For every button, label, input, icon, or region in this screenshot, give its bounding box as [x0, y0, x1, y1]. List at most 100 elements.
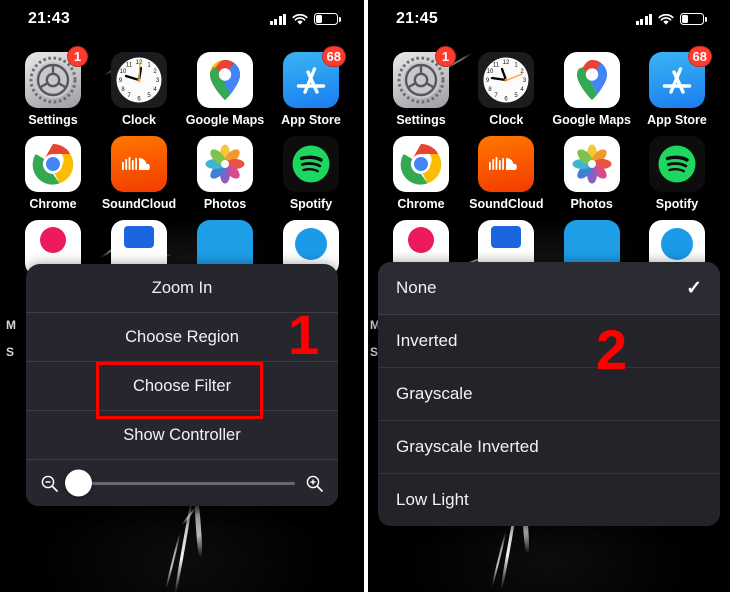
app-label: App Store: [281, 113, 341, 127]
zoom-level-slider-row[interactable]: [26, 460, 338, 506]
google-maps-pin-icon: [197, 52, 253, 108]
app-settings[interactable]: 1 Settings: [382, 46, 460, 127]
chrome-icon: [25, 136, 81, 192]
choose-filter-menu: None ✓ Inverted Grayscale Grayscale Inve…: [378, 262, 720, 526]
soundcloud-icon: [478, 136, 535, 192]
menu-item-label: Zoom In: [151, 278, 213, 297]
app-label: Google Maps: [185, 113, 265, 127]
app-label: App Store: [647, 113, 707, 127]
status-badge: 68: [687, 46, 712, 67]
svg-text:10: 10: [487, 69, 494, 75]
app-row-2: Chrome SoundCloud Photos Spotify: [14, 136, 350, 211]
menu-item-label: Choose Filter: [132, 376, 232, 395]
app-clock[interactable]: 12 1 2 345 678 9 10 11 Clock: [467, 52, 545, 127]
filter-option-grayscale-inverted[interactable]: Grayscale Inverted: [378, 421, 720, 474]
cellular-bars-icon: [635, 13, 652, 25]
app-row-1: 1 Settings 12 1 2 345 678 9 10 11 Clock …: [382, 46, 716, 127]
app-label: Chrome: [29, 197, 77, 211]
app-spotify[interactable]: Spotify: [272, 136, 350, 211]
menu-item-label: Show Controller: [123, 425, 241, 444]
panel-divider: [364, 0, 368, 592]
zoom-action-sheet: Zoom In Choose Region Choose Filter Show…: [26, 264, 338, 506]
app-settings[interactable]: 1 Settings: [14, 46, 92, 127]
app-photos[interactable]: Photos: [553, 136, 631, 211]
app-label: Chrome: [397, 197, 445, 211]
status-indicators: [269, 13, 341, 25]
svg-text:12: 12: [503, 60, 510, 66]
photos-icon: [197, 136, 253, 192]
svg-text:11: 11: [493, 63, 500, 69]
status-badge: 68: [321, 46, 346, 67]
menu-item-label: Choose Region: [125, 327, 239, 346]
app-label: Clock: [489, 113, 524, 127]
home-screen-grid: 1 Settings 12 1 2 345 678 9 10 11 Clock …: [368, 46, 730, 276]
app-label: SoundCloud: [469, 197, 544, 211]
status-badge: 1: [435, 46, 456, 67]
app-soundcloud[interactable]: SoundCloud: [100, 136, 178, 211]
status-clock: 21:43: [28, 10, 70, 27]
app-chrome[interactable]: Chrome: [14, 136, 92, 211]
menu-item-choose-filter[interactable]: Choose Filter: [26, 362, 338, 411]
app-label: Clock: [121, 113, 157, 127]
peek-app-label: S: [6, 345, 15, 359]
annotation-number-1: 1: [288, 303, 320, 366]
app-label: Photos: [570, 197, 613, 211]
battery-low-icon: [314, 13, 341, 25]
app-clock[interactable]: 12 1 2 345 678 9 10 11 Clock: [100, 52, 178, 127]
home-screen-grid: 1 Settings 12 1 2 345 678 9 10 11 Clock …: [0, 46, 364, 276]
zoom-slider-track[interactable]: [65, 469, 295, 497]
app-label: SoundCloud: [101, 197, 177, 211]
filter-option-inverted[interactable]: Inverted: [378, 315, 720, 368]
app-google-maps[interactable]: Google Maps: [186, 52, 264, 127]
svg-text:10: 10: [120, 69, 127, 75]
soundcloud-icon: [111, 136, 167, 192]
status-clock: 21:45: [396, 10, 438, 27]
peek-app-label: M: [6, 318, 16, 332]
photos-icon: [563, 136, 620, 192]
app-label: Spotify: [655, 197, 699, 211]
app-label: Settings: [28, 113, 78, 127]
magnifier-minus-icon[interactable]: [40, 474, 59, 493]
spotify-icon: [648, 136, 705, 192]
app-label: Google Maps: [552, 113, 631, 127]
menu-item-show-controller[interactable]: Show Controller: [26, 411, 338, 460]
spotify-icon: [283, 136, 339, 192]
cellular-bars-icon: [269, 13, 286, 25]
app-app-store[interactable]: 68 App Store: [272, 46, 350, 127]
comparison-stage: 21:43 1 Settings 12 1 2 3 4 5 6 7 8 9 10…: [0, 0, 730, 592]
app-label: Settings: [396, 113, 446, 127]
battery-low-icon: [680, 13, 707, 25]
svg-text:11: 11: [126, 63, 133, 69]
clock-icon: 12 1 2 345 678 9 10 11: [111, 52, 167, 108]
app-app-store[interactable]: 68 App Store: [638, 46, 716, 127]
clock-icon: 12 1 2 345 678 9 10 11: [478, 52, 535, 108]
filter-option-grayscale[interactable]: Grayscale: [378, 368, 720, 421]
annotation-number-2: 2: [596, 318, 628, 381]
filter-option-label: None: [396, 278, 437, 297]
phone-screenshot-right: 21:45 1 Settings 12 1 2 3 4 5 6 7 8 9 10…: [368, 0, 730, 592]
google-maps-pin-icon: [563, 52, 620, 108]
wifi-icon: [292, 13, 308, 25]
checkmark-icon: ✓: [686, 277, 702, 299]
filter-option-none[interactable]: None ✓: [378, 262, 720, 315]
zoom-slider-handle[interactable]: [65, 469, 92, 497]
status-bar: 21:45: [368, 0, 730, 38]
status-bar: 21:43: [0, 0, 364, 38]
filter-option-low-light[interactable]: Low Light: [378, 474, 720, 526]
app-label: Photos: [203, 197, 247, 211]
app-google-maps[interactable]: Google Maps: [552, 52, 631, 127]
app-chrome[interactable]: Chrome: [382, 136, 460, 211]
filter-option-label: Low Light: [396, 490, 469, 509]
app-label: Spotify: [289, 197, 333, 211]
chrome-icon: [393, 136, 449, 192]
app-soundcloud[interactable]: SoundCloud: [467, 136, 545, 211]
phone-screenshot-left: 21:43 1 Settings 12 1 2 3 4 5 6 7 8 9 10…: [0, 0, 364, 592]
peek-app-label: S: [370, 345, 379, 359]
app-spotify[interactable]: Spotify: [638, 136, 716, 211]
wifi-icon: [658, 13, 674, 25]
app-row-1: 1 Settings 12 1 2 345 678 9 10 11 Clock …: [14, 46, 350, 127]
status-badge: 1: [67, 46, 88, 67]
filter-option-label: Inverted: [396, 331, 458, 350]
app-photos[interactable]: Photos: [186, 136, 264, 211]
magnifier-plus-icon[interactable]: [305, 474, 324, 493]
